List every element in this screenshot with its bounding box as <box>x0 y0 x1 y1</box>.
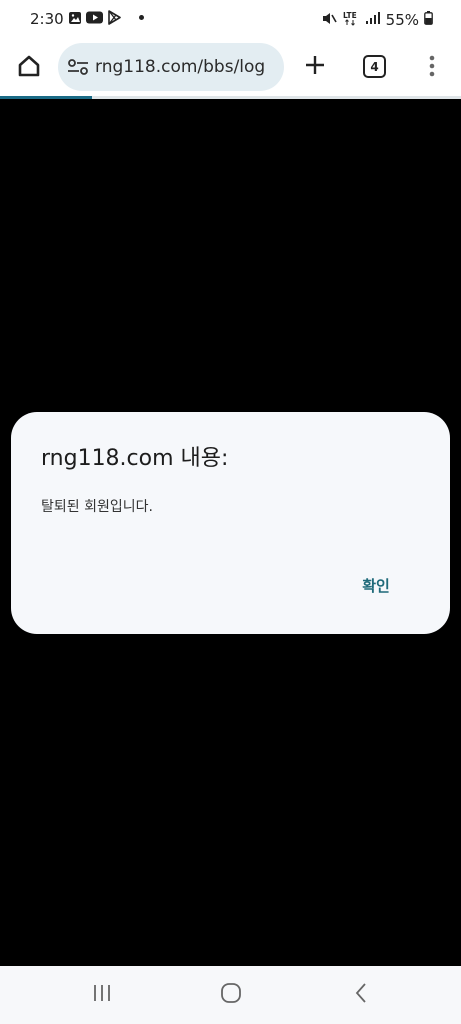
notification-dot-icon <box>139 15 144 20</box>
url-text[interactable]: rng118.com/bbs/log <box>95 57 265 77</box>
signal-icon <box>365 11 381 29</box>
home-button[interactable] <box>13 52 45 84</box>
back-icon <box>353 982 369 1009</box>
status-time: 2:30 <box>30 10 64 28</box>
system-nav-bar <box>0 966 461 1024</box>
gallery-icon <box>68 11 82 25</box>
recent-apps-icon <box>91 983 113 1008</box>
more-vert-icon <box>429 55 435 82</box>
browser-toolbar: rng118.com/bbs/log 4 <box>0 40 461 96</box>
recent-apps-button[interactable] <box>87 982 117 1008</box>
alert-dialog: rng118.com 내용: 탈퇴된 회원입니다. 확인 <box>11 412 450 634</box>
site-settings-icon[interactable] <box>67 56 89 78</box>
lte-icon: LTE <box>342 10 360 30</box>
plus-icon <box>304 54 326 81</box>
dialog-message: 탈퇴된 회원입니다. <box>41 499 153 515</box>
battery-percent: 55% <box>385 11 419 29</box>
youtube-icon <box>86 11 103 24</box>
battery-icon <box>424 11 433 29</box>
svg-text:LTE: LTE <box>343 11 357 20</box>
more-options-button[interactable] <box>420 52 444 84</box>
status-bar: 2:30 LTE 55% <box>0 0 461 40</box>
play-store-icon <box>107 10 121 25</box>
dialog-title: rng118.com 내용: <box>41 446 229 471</box>
tab-count: 4 <box>370 59 379 74</box>
home-icon <box>16 53 42 84</box>
new-tab-button[interactable] <box>300 52 330 82</box>
mute-icon <box>321 11 337 30</box>
system-icons: LTE 55% <box>321 10 433 30</box>
tab-switcher-button[interactable]: 4 <box>363 55 386 78</box>
back-button[interactable] <box>346 982 376 1008</box>
omnibox[interactable]: rng118.com/bbs/log <box>58 43 284 91</box>
notification-icons <box>68 10 144 25</box>
home-nav-button[interactable] <box>216 982 246 1008</box>
home-circle-icon <box>220 982 242 1009</box>
ok-button[interactable]: 확인 <box>351 570 401 600</box>
